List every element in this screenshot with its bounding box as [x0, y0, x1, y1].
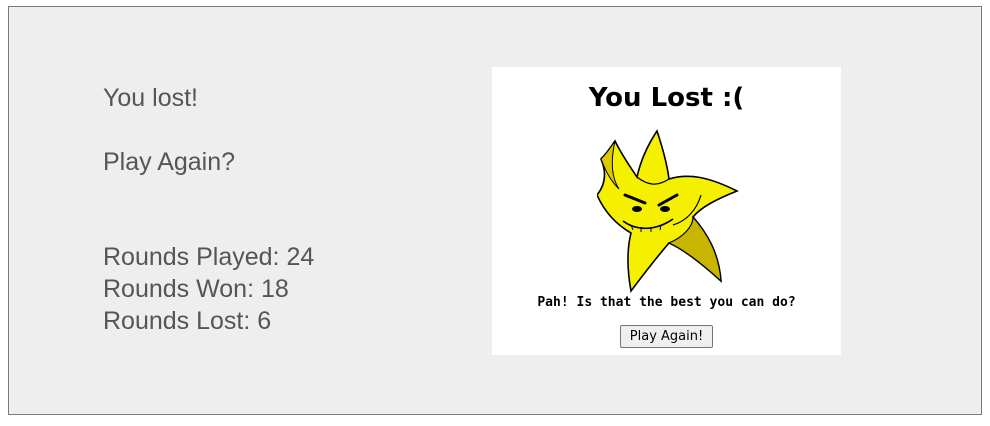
result-message: You lost! [103, 84, 198, 112]
lost-dialog: You Lost :( Pah! Is that the best you ca… [492, 67, 841, 355]
rounds-lost-stat: Rounds Lost: 6 [103, 307, 272, 335]
play-again-prompt: Play Again? [103, 148, 236, 176]
dialog-title: You Lost :( [588, 83, 745, 113]
play-again-button[interactable]: Play Again! [620, 325, 713, 348]
game-container: You lost! Play Again? Rounds Played: 24 … [8, 6, 982, 415]
rounds-played-stat: Rounds Played: 24 [103, 243, 315, 271]
taunt-message: Pah! Is that the best you can do? [537, 295, 796, 310]
angry-star-icon [597, 129, 739, 293]
rounds-won-stat: Rounds Won: 18 [103, 275, 289, 303]
stats-panel: Rounds Played: 24 Rounds Won: 18 Rounds … [103, 241, 314, 337]
